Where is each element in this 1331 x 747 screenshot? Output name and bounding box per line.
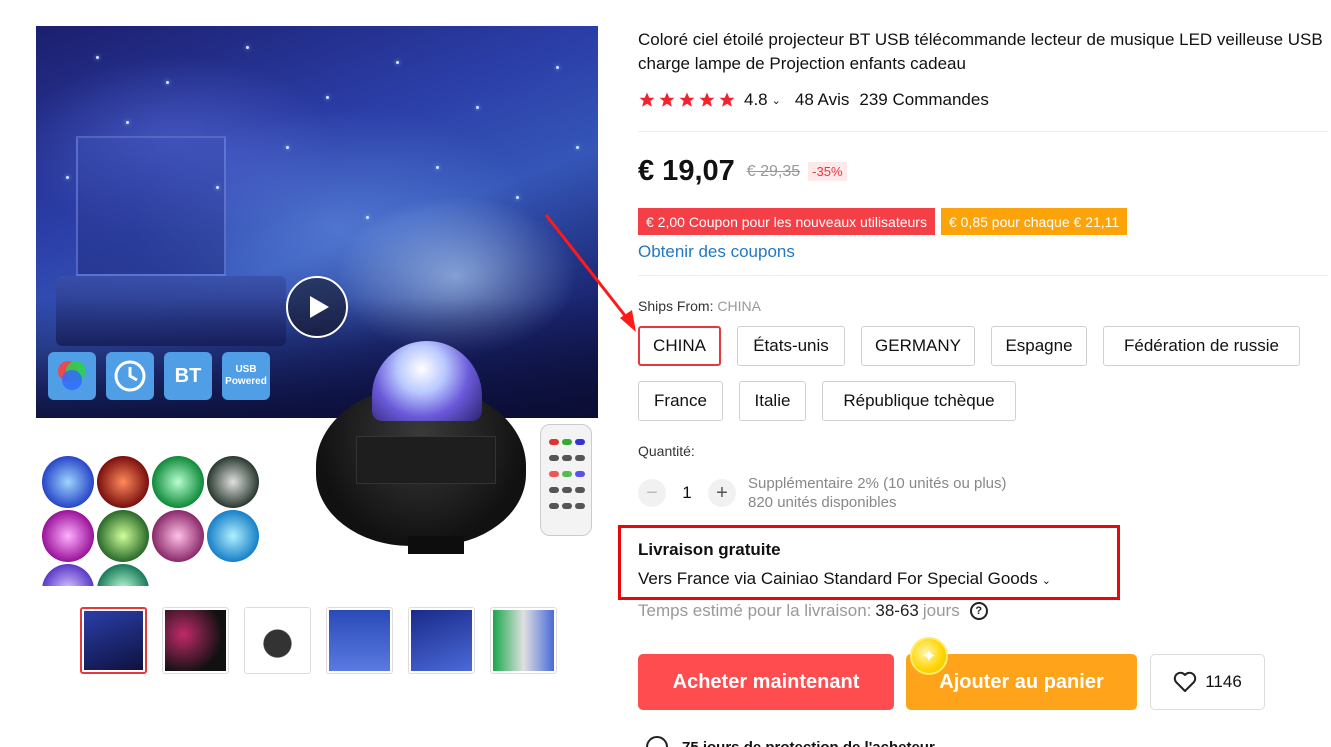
- main-product-image[interactable]: BT USB Powered: [36, 26, 598, 586]
- original-price: € 29,35: [746, 162, 801, 180]
- buy-now-button[interactable]: Acheter maintenant: [638, 654, 894, 710]
- usb-powered-badge: USB Powered: [222, 352, 270, 400]
- shipping-method-text: Vers France via Cainiao Standard For Spe…: [638, 569, 1038, 588]
- coupon-tags: € 2,00 Coupon pour les nouveaux utilisat…: [638, 208, 1128, 235]
- thumbnail-5[interactable]: [408, 607, 475, 674]
- quantity-decrease-button[interactable]: −: [638, 479, 666, 507]
- discount-badge: -35%: [808, 162, 847, 181]
- remote-control: [540, 424, 592, 536]
- ship-option-italy[interactable]: Italie: [739, 381, 806, 421]
- ship-option-czech[interactable]: République tchèque: [822, 381, 1016, 421]
- ships-from-label: Ships From: CHINA: [638, 298, 761, 314]
- ship-option-russia[interactable]: Fédération de russie: [1103, 326, 1300, 366]
- bluetooth-badge: BT: [164, 352, 212, 400]
- color-icon: [48, 352, 96, 400]
- wishlist-count: 1146: [1205, 672, 1242, 691]
- divider: [638, 131, 1328, 132]
- play-video-button[interactable]: [286, 276, 348, 338]
- ship-option-france[interactable]: France: [638, 381, 723, 421]
- star-icon: [679, 92, 695, 107]
- quantity-note: Supplémentaire 2% (10 unités ou plus) 82…: [748, 474, 1007, 512]
- ship-option-germany[interactable]: GERMANY: [861, 326, 975, 366]
- rating-score[interactable]: 4.8: [744, 90, 768, 110]
- heart-icon: [1174, 671, 1197, 692]
- sparkle-icon: ✦: [910, 637, 948, 675]
- ship-option-china[interactable]: CHINA: [638, 326, 721, 366]
- timer-icon: [106, 352, 154, 400]
- play-icon: [310, 296, 329, 318]
- reviews-count[interactable]: 48 Avis: [795, 90, 850, 110]
- shipping-method-selector[interactable]: Vers France via Cainiao Standard For Spe…: [638, 569, 1051, 589]
- star-icon: [659, 92, 675, 107]
- buyer-protection-text: 75 jours de protection de l'acheteur: [682, 738, 935, 747]
- eta-label: Temps estimé pour la livraison:: [638, 601, 872, 620]
- quantity-increase-button[interactable]: +: [708, 479, 736, 507]
- quantity-value[interactable]: 1: [666, 483, 708, 503]
- chevron-down-icon: ⌄: [1041, 575, 1051, 587]
- thumbnail-1[interactable]: [80, 607, 147, 674]
- star-icon: [639, 92, 655, 107]
- room-window: [76, 136, 226, 276]
- thumbnail-strip: [80, 607, 557, 674]
- stock-available: 820 unités disponibles: [748, 494, 897, 511]
- eta-unit: jours: [922, 601, 960, 620]
- new-user-coupon[interactable]: € 2,00 Coupon pour les nouveaux utilisat…: [638, 208, 935, 235]
- divider: [638, 275, 1328, 276]
- thumbnail-3[interactable]: [244, 607, 311, 674]
- eta-days: 38-63: [875, 601, 919, 620]
- thumbnail-2[interactable]: [162, 607, 229, 674]
- delivery-estimate: Temps estimé pour la livraison: 38-63 jo…: [638, 601, 988, 621]
- ship-option-usa[interactable]: États-unis: [737, 326, 845, 366]
- price-row: € 19,07 € 29,35 -35%: [638, 155, 847, 188]
- quantity-stepper: − 1 +: [638, 479, 736, 507]
- star-icon: [719, 92, 735, 107]
- chevron-down-icon[interactable]: ⌄: [772, 94, 781, 107]
- orders-count: 239 Commandes: [859, 90, 989, 109]
- thumbnail-6[interactable]: [490, 607, 557, 674]
- get-coupons-link[interactable]: Obtenir des coupons: [638, 242, 795, 262]
- free-shipping-label: Livraison gratuite: [638, 540, 781, 559]
- product-title: Coloré ciel étoilé projecteur BT USB tél…: [638, 30, 1323, 73]
- ships-from-title: Ships From:: [638, 298, 714, 314]
- quantity-label: Quantité:: [638, 443, 695, 459]
- buyer-protection: 75 jours de protection de l'acheteur: [646, 736, 935, 747]
- shield-icon: [646, 736, 668, 747]
- help-icon[interactable]: ?: [969, 602, 988, 620]
- rating-stars: [638, 91, 736, 109]
- feature-icons: BT USB Powered: [48, 352, 270, 400]
- rating-row: 4.8 ⌄ 48 Avis 239 Commandes: [638, 90, 989, 110]
- store-coupon[interactable]: € 0,85 pour chaque € 21,11: [940, 208, 1128, 235]
- ship-option-spain[interactable]: Espagne: [991, 326, 1087, 366]
- current-price: € 19,07: [638, 155, 735, 187]
- thumbnail-4[interactable]: [326, 607, 393, 674]
- ships-from-value: CHINA: [717, 298, 761, 314]
- bulk-discount-note: Supplémentaire 2% (10 unités ou plus): [748, 475, 1007, 492]
- color-modes-swatches: [42, 456, 312, 586]
- star-icon: [699, 92, 715, 107]
- wishlist-button[interactable]: 1146: [1150, 654, 1265, 710]
